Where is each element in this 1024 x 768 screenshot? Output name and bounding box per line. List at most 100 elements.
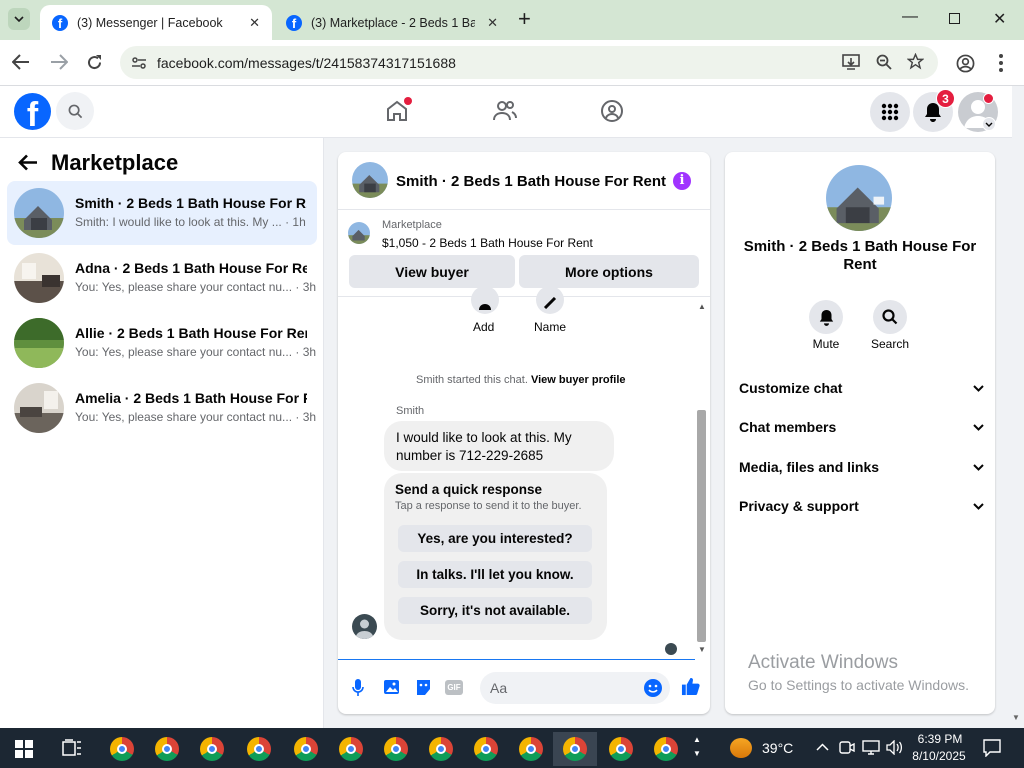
listing-thumbnail	[14, 188, 64, 238]
chat-title[interactable]: Smith · 2 Beds 1 Bath House For Rent	[396, 173, 666, 190]
taskbar-chrome[interactable]	[511, 732, 551, 766]
facebook-logo[interactable]: f	[14, 93, 51, 130]
taskbar-chrome[interactable]	[331, 732, 371, 766]
gif-icon[interactable]: GIF	[445, 680, 463, 695]
omnibox[interactable]: facebook.com/messages/t/2415837431715168…	[120, 46, 938, 79]
taskbar-chrome[interactable]	[421, 732, 461, 766]
thumbs-up-icon[interactable]	[681, 677, 700, 696]
meet-now-icon[interactable]	[839, 740, 855, 755]
mute-button[interactable]	[809, 300, 843, 334]
task-view-button[interactable]	[62, 739, 82, 757]
chrome-icon	[384, 737, 408, 761]
clock-time[interactable]: 6:39 PM	[912, 732, 968, 746]
microphone-icon[interactable]	[352, 679, 364, 696]
start-button[interactable]	[15, 740, 33, 758]
arrow-left-icon	[12, 54, 29, 70]
conversation-item[interactable]: Allie · 2 Beds 1 Bath House For Rent You…	[7, 311, 317, 375]
chevron-down-icon	[985, 122, 993, 127]
taskbar-chrome-active[interactable]	[553, 732, 597, 766]
groups-nav[interactable]	[600, 99, 624, 123]
taskbar-scroll[interactable]: ▲ ▼	[693, 733, 701, 761]
taskbar-chrome[interactable]	[646, 732, 686, 766]
clock-date[interactable]: 8/10/2025	[908, 749, 970, 763]
add-contact-button[interactable]	[471, 286, 499, 314]
message-input[interactable]: Aa	[480, 672, 670, 704]
scroll-up-arrow[interactable]: ▲	[698, 302, 706, 311]
notification-center-icon[interactable]	[983, 739, 1001, 757]
network-icon[interactable]	[862, 740, 880, 755]
zoom-icon[interactable]	[876, 54, 892, 70]
minimize-button[interactable]: —	[902, 8, 918, 26]
view-buyer-button[interactable]: View buyer	[349, 255, 515, 288]
close-tab-icon[interactable]: ✕	[487, 15, 498, 31]
scroll-down-arrow[interactable]: ▼	[698, 645, 706, 654]
close-tab-icon[interactable]: ✕	[249, 15, 260, 31]
tab-search-button[interactable]	[8, 8, 30, 30]
search-button[interactable]	[56, 92, 94, 130]
photo-icon[interactable]	[383, 679, 400, 695]
home-nav[interactable]	[385, 97, 412, 123]
customize-chat-section[interactable]: Customize chat	[739, 380, 984, 396]
site-info-icon[interactable]	[131, 55, 147, 71]
close-window-button[interactable]: ✕	[993, 9, 1006, 29]
listing-title[interactable]: $1,050 - 2 Beds 1 Bath House For Rent	[382, 236, 593, 250]
task-view-icon	[62, 739, 81, 756]
view-buyer-profile-link[interactable]: View buyer profile	[531, 374, 626, 386]
set-nickname-button[interactable]	[536, 286, 564, 314]
weather-temperature[interactable]: 39°C	[762, 740, 793, 756]
bookmark-star-icon[interactable]	[907, 53, 924, 70]
tab-messenger[interactable]: f (3) Messenger | Facebook ✕	[40, 5, 272, 40]
quick-reply-button[interactable]: Sorry, it's not available.	[398, 597, 592, 624]
details-avatar[interactable]	[826, 165, 892, 231]
account-chevron[interactable]	[982, 117, 996, 131]
mute-label: Mute	[812, 337, 840, 351]
tab-marketplace[interactable]: f (3) Marketplace - 2 Beds 1 Bath ✕	[274, 5, 510, 40]
search-in-chat-button[interactable]	[873, 300, 907, 334]
info-icon[interactable]: i	[673, 172, 691, 190]
quick-reply-button[interactable]: In talks. I'll let you know.	[398, 561, 592, 588]
restore-button[interactable]	[949, 13, 960, 24]
sticker-icon[interactable]	[415, 679, 432, 696]
scrollbar-thumb[interactable]	[697, 410, 706, 642]
taskbar-chrome[interactable]	[239, 732, 279, 766]
reload-button[interactable]	[86, 54, 103, 71]
weather-icon[interactable]	[730, 738, 752, 758]
chat-avatar[interactable]	[352, 162, 388, 198]
friends-nav[interactable]	[493, 100, 517, 122]
back-button[interactable]	[18, 154, 38, 171]
taskbar-chrome[interactable]	[376, 732, 416, 766]
taskbar-chrome[interactable]	[192, 732, 232, 766]
forward-button[interactable]	[50, 54, 68, 70]
chrome-icon	[247, 737, 271, 761]
taskbar-chrome[interactable]	[601, 732, 641, 766]
quick-response-card: Send a quick response Tap a response to …	[384, 473, 607, 640]
url-text: facebook.com/messages/t/2415837431715168…	[157, 55, 456, 71]
media-files-links-section[interactable]: Media, files and links	[739, 459, 984, 475]
message-input-placeholder: Aa	[490, 680, 508, 696]
install-app-icon[interactable]	[842, 54, 860, 71]
chevron-up-icon[interactable]	[816, 743, 829, 751]
page-scroll-down-arrow[interactable]: ▼	[1012, 713, 1020, 722]
taskbar-chrome[interactable]	[102, 732, 142, 766]
privacy-support-section[interactable]: Privacy & support	[739, 498, 984, 514]
message-bubble[interactable]: I would like to look at this. My number …	[384, 421, 614, 471]
taskbar-chrome[interactable]	[147, 732, 187, 766]
volume-icon[interactable]	[886, 740, 903, 755]
profile-icon[interactable]	[956, 54, 975, 73]
chevron-down-icon	[973, 502, 984, 510]
conversation-item[interactable]: Smith · 2 Beds 1 Bath House For R... Smi…	[7, 181, 317, 245]
activate-windows-subtitle: Go to Settings to activate Windows.	[748, 677, 969, 693]
taskbar-chrome[interactable]	[466, 732, 506, 766]
back-button[interactable]	[12, 54, 30, 70]
chat-members-section[interactable]: Chat members	[739, 419, 984, 435]
browser-menu-button[interactable]	[999, 54, 1003, 72]
quick-reply-button[interactable]: Yes, are you interested?	[398, 525, 592, 552]
conversation-item[interactable]: Amelia · 2 Beds 1 Bath House For R... Yo…	[7, 376, 317, 440]
taskbar-chrome[interactable]	[286, 732, 326, 766]
sender-avatar[interactable]	[352, 614, 377, 639]
new-tab-button[interactable]: +	[518, 8, 531, 30]
menu-button[interactable]	[870, 92, 910, 132]
emoji-icon[interactable]	[644, 679, 662, 697]
more-options-button[interactable]: More options	[519, 255, 699, 288]
conversation-item[interactable]: Adna · 2 Beds 1 Bath House For Rent You:…	[7, 246, 317, 310]
